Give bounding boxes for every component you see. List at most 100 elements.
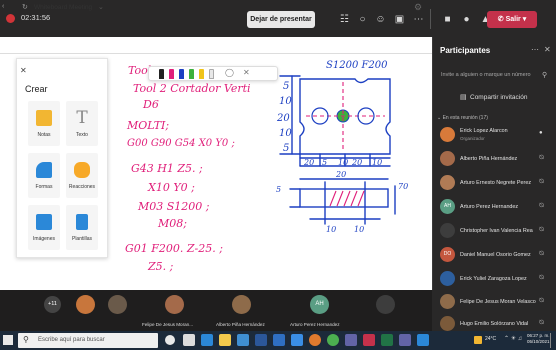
weather-icon[interactable] (474, 336, 482, 344)
meeting-timer: 02:31:56 (21, 13, 51, 22)
cortana-icon[interactable] (165, 335, 175, 345)
dimension-label: 5 (283, 143, 289, 154)
participant-name[interactable]: Arturo Ernesto Negrete Perez (460, 180, 531, 186)
section-label: En esta reunión (17) (442, 115, 488, 121)
mic-icon: ● (539, 130, 543, 136)
file-explorer-icon[interactable] (219, 334, 231, 346)
dimension-label: 10 (279, 96, 292, 107)
handwriting-line: MOLTI; (126, 119, 169, 132)
highlighter-icon[interactable] (199, 69, 204, 79)
blue-pen-icon[interactable] (179, 69, 184, 79)
more-actions-icon[interactable]: ⋯ (410, 11, 427, 28)
participant-name[interactable]: Felipe De Jesus Moran Velasco (460, 299, 536, 305)
refresh-icon[interactable]: ↻ (22, 3, 28, 11)
reactions-tile[interactable]: Reacciones (66, 153, 98, 198)
shapes-tile[interactable]: Formas (28, 153, 60, 198)
in-meeting-section[interactable]: ⌄ En esta reunión (17) (437, 115, 488, 121)
dimension-label: 20 (351, 158, 362, 167)
clock-date: 05/10/2021 (527, 339, 550, 344)
participant-name[interactable]: Alberto Piña Hernández (460, 156, 517, 162)
lasso-icon[interactable]: ◯ (225, 68, 234, 77)
edge-icon[interactable] (201, 334, 213, 346)
teams-meeting-icon[interactable] (399, 334, 411, 346)
chat-icon[interactable]: ○ (354, 11, 371, 28)
tile-label: Texto (76, 132, 88, 138)
reactions-icon[interactable]: ☺ (372, 11, 389, 28)
ink-toolbar: ◯ ✕ (148, 66, 278, 81)
black-pen-icon[interactable] (159, 69, 164, 79)
more-options-icon[interactable]: ⋯ (531, 45, 539, 54)
participant-name[interactable]: Daniel Manuel Osorio Gomez (460, 252, 531, 258)
windows-start-icon[interactable] (3, 335, 13, 345)
word-icon[interactable] (255, 334, 267, 346)
participant-role: Organizador (460, 136, 485, 141)
outlook-icon[interactable] (291, 334, 303, 346)
eraser-icon[interactable] (209, 69, 214, 79)
handwriting-line: M03 S1200 ; (137, 200, 210, 213)
store-icon[interactable] (237, 334, 249, 346)
rooms-icon[interactable]: ▣ (391, 11, 408, 28)
participant-name[interactable]: Hugo Emilio Solórzano Vidal (460, 321, 528, 327)
video-tile-name: Felipe De Jesus Moran... (142, 322, 194, 327)
close-icon[interactable]: ✕ (243, 68, 250, 77)
handwriting-line: G00 G90 G54 X0 Y0 ; (127, 138, 235, 149)
avatar (440, 294, 455, 309)
leave-label: Salir (505, 16, 521, 23)
stop-presenting-button[interactable]: Dejar de presentar (247, 11, 315, 28)
participant-name[interactable]: Erick Yuliel Zaragoza Lopez (460, 276, 527, 282)
templates-tile[interactable]: Plantillas (66, 205, 98, 250)
invite-search-input[interactable]: Invite a alguien o marque un número (441, 72, 551, 78)
task-view-icon[interactable] (183, 334, 195, 346)
dimension-label: 10 (326, 225, 336, 234)
dimension-label: 10 (354, 225, 364, 234)
dimension-label: 20 (303, 158, 314, 167)
avatar (440, 151, 455, 166)
avatar (232, 295, 251, 314)
gear-icon[interactable]: ⚙ (414, 2, 422, 13)
avatar-initials: AH (315, 301, 324, 307)
handwriting-line: G43 H1 Z5. ; (131, 162, 203, 175)
whiteboard-header (0, 37, 432, 54)
handwriting-line: X10 Y0 ; (147, 181, 195, 194)
notes-tile[interactable]: Notas (28, 101, 60, 146)
excel-icon[interactable] (381, 334, 393, 346)
participant-name[interactable]: Christopher Ivan Valencia Rea (460, 228, 533, 234)
taskbar-clock[interactable]: 06:27 p. m. 05/10/2021 (527, 333, 550, 345)
dimension-label: 10 (279, 128, 292, 139)
participant-name[interactable]: Arturo Perez Hernandez (460, 204, 518, 210)
red-pen-icon[interactable] (169, 69, 174, 79)
back-icon[interactable]: ‹ (2, 3, 4, 10)
participants-icon[interactable]: ☷ (336, 11, 353, 28)
close-icon[interactable]: ✕ (20, 66, 27, 75)
mail-icon[interactable] (273, 334, 285, 346)
dimension-label: 10 (338, 158, 348, 167)
overflow-count: +11 (48, 301, 57, 307)
video-tile-name: Alberto Piña Hernández (216, 322, 265, 327)
participant-name[interactable]: Erick Lopez Alarcon (460, 128, 508, 134)
green-pen-icon[interactable] (189, 69, 194, 79)
leave-button[interactable]: ✆ Salir ▾ (487, 11, 537, 28)
mic-icon[interactable]: ● (458, 11, 475, 28)
images-tile[interactable]: Imágenes (28, 205, 60, 250)
search-icon[interactable]: ⚲ (542, 71, 547, 79)
camera-off-icon[interactable]: ■ (439, 11, 456, 28)
dimension-label: 20 (276, 113, 290, 124)
mic-off-icon: ⦰ (539, 203, 544, 209)
tile-label: Formas (35, 184, 53, 190)
chevron-down-icon[interactable]: ⌄ (98, 3, 104, 11)
system-tray-icons[interactable]: ⌃ ☀ ♫ (504, 335, 522, 342)
show-desktop-button[interactable] (550, 333, 551, 348)
overflow-participants-button[interactable]: +11 (44, 296, 61, 313)
app-icon[interactable] (417, 334, 429, 346)
templates-icon (76, 214, 88, 230)
app-icon[interactable] (363, 334, 375, 346)
avatar-initials: AH (444, 203, 451, 209)
chrome-icon[interactable] (327, 334, 339, 346)
text-tile[interactable]: T Texto (66, 101, 98, 146)
firefox-icon[interactable] (309, 334, 321, 346)
close-icon[interactable]: ✕ (544, 45, 551, 54)
mic-off-icon: ⦰ (539, 179, 544, 185)
teams-icon[interactable] (345, 334, 357, 346)
handwriting-line: Z5. ; (147, 260, 174, 273)
share-invite-button[interactable]: Compartir invitación (470, 94, 527, 101)
